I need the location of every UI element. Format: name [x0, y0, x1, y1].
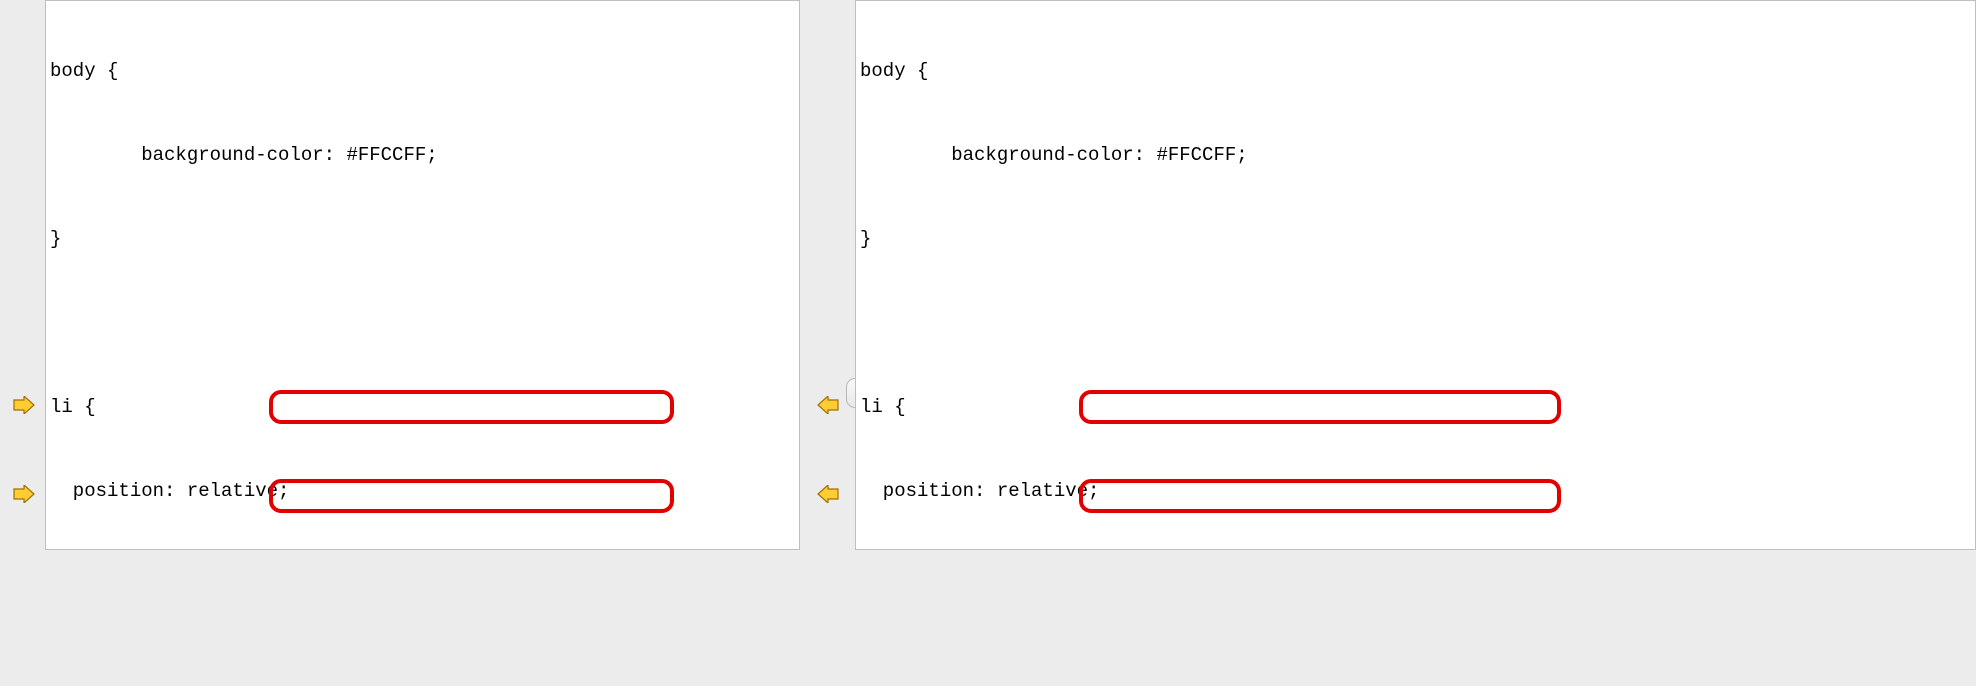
diff-marker-right-arrow-icon[interactable] — [10, 484, 38, 504]
code-line: body { — [46, 57, 799, 85]
right-code-lines: body { background-color: #FFCCFF; } li {… — [856, 1, 1975, 550]
code-line: position: relative; — [856, 477, 1975, 505]
diff-marker-left-arrow-icon[interactable] — [814, 395, 842, 415]
diff-marker-right-arrow-icon[interactable] — [10, 395, 38, 415]
left-gutter — [0, 0, 45, 550]
code-line: li { — [856, 393, 1975, 421]
code-line: } — [46, 225, 799, 253]
diff-marker-left-arrow-icon[interactable] — [814, 484, 842, 504]
left-code-lines: body { background-color: #FFCCFF; } li {… — [46, 1, 799, 550]
code-line: } — [856, 225, 1975, 253]
code-line: background-color: #FFCCFF; — [856, 141, 1975, 169]
code-line — [46, 309, 799, 337]
pane-divider[interactable] — [800, 0, 855, 686]
left-pane: body { background-color: #FFCCFF; } li {… — [0, 0, 800, 686]
left-code-area[interactable]: body { background-color: #FFCCFF; } li {… — [45, 0, 800, 550]
code-line: position: relative; — [46, 477, 799, 505]
code-line: li { — [46, 393, 799, 421]
right-code-area[interactable]: body { background-color: #FFCCFF; } li {… — [855, 0, 1976, 550]
code-line: background-color: #FFCCFF; — [46, 141, 799, 169]
code-line — [856, 309, 1975, 337]
right-pane: body { background-color: #FFCCFF; } li {… — [855, 0, 1976, 686]
code-line: body { — [856, 57, 1975, 85]
diff-viewer: body { background-color: #FFCCFF; } li {… — [0, 0, 1976, 686]
